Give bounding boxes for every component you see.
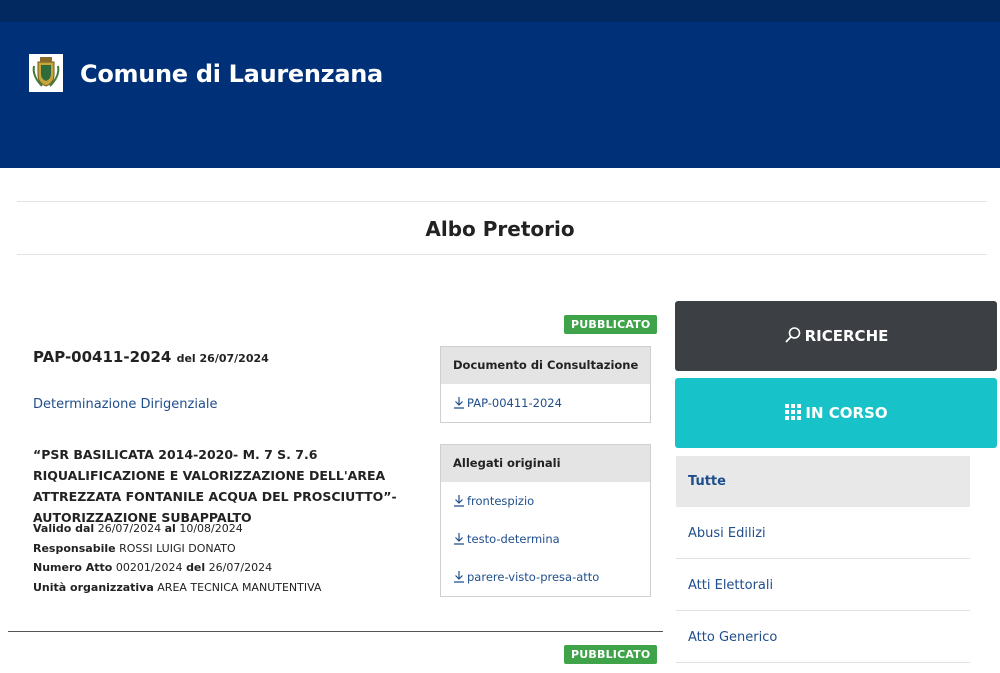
act-number-label: Numero Atto [33,561,113,574]
status-badge: PUBBLICATO [564,315,658,334]
validity-to-label: al [164,522,176,535]
grid-icon [785,404,802,420]
download-icon [453,386,465,424]
responsible-label: Responsabile [33,542,116,555]
validity-line: Valido dal 26/07/2024 al 10/08/2024 [33,522,243,535]
validity-from: 26/07/2024 [97,522,162,535]
org-unit-value: AREA TECNICA MANUTENTIVA [157,581,322,594]
category-item-abusi-edilizi[interactable]: Abusi Edilizi [676,508,970,559]
attachment-link-label[interactable]: frontespizio [467,494,534,508]
org-unit-line: Unità organizzativa AREA TECNICA MANUTEN… [33,581,321,594]
document-date: del 26/07/2024 [176,352,269,365]
entry-separator [8,631,663,632]
attachments-box: Allegati originali frontespizio testo-de… [440,444,651,597]
consultation-box: Documento di Consultazione PAP-00411-202… [440,346,651,423]
responsible-value: ROSSI LUIGI DONATO [119,542,236,555]
download-icon [453,522,465,560]
responsible-line: Responsabile ROSSI LUIGI DONATO [33,542,236,555]
consultation-box-title: Documento di Consultazione [441,347,650,384]
attachment-link-label[interactable]: testo-determina [467,532,560,546]
document-code-text[interactable]: PAP-00411-2024 [33,348,171,366]
act-date-label: del [186,561,206,574]
in-progress-button-label[interactable]: IN CORSO [805,404,887,422]
org-unit-label: Unità organizzativa [33,581,154,594]
site-title[interactable]: Comune di Laurenzana [80,60,383,88]
download-icon [453,484,465,522]
download-icon [453,560,465,598]
act-number-line: Numero Atto 00201/2024 del 26/07/2024 [33,561,272,574]
attachment-link-label[interactable]: parere-visto-presa-atto [467,570,599,584]
validity-label: Valido dal [33,522,95,535]
act-number-value: 00201/2024 [115,561,183,574]
title-top-divider [17,201,987,202]
coat-of-arms-icon[interactable] [29,54,63,92]
document-subject: “PSR BASILICATA 2014-2020- M. 7 S. 7.6 R… [33,447,397,525]
search-icon [784,327,800,343]
document-type-link[interactable]: Determinazione Dirigenziale [33,397,218,412]
document-code[interactable]: PAP-00411-2024 del 26/07/2024 [33,348,269,366]
in-progress-button[interactable]: IN CORSO [675,378,997,448]
title-bottom-divider [17,254,987,255]
search-button-label[interactable]: RICERCHE [805,327,889,345]
act-date-value: 26/07/2024 [208,561,273,574]
attachment-link[interactable]: testo-determina [441,520,650,558]
header-top-bar [0,0,1000,22]
category-item-tutte[interactable]: Tutte [676,456,970,507]
validity-to: 10/08/2024 [179,522,243,535]
site-header: Comune di Laurenzana [0,0,1000,168]
attachments-box-title: Allegati originali [441,445,650,482]
category-item-atti-elettorali[interactable]: Atti Elettorali [676,560,970,611]
search-button[interactable]: RICERCHE [675,301,997,371]
status-badge: PUBBLICATO [564,645,658,664]
attachment-link[interactable]: parere-visto-presa-atto [441,558,650,596]
category-item-atto-generico[interactable]: Atto Generico [676,612,970,663]
attachment-link[interactable]: frontespizio [441,482,650,520]
consultation-link[interactable]: PAP-00411-2024 [441,384,650,422]
consultation-link-label[interactable]: PAP-00411-2024 [467,396,562,410]
page-title: Albo Pretorio [425,217,575,241]
